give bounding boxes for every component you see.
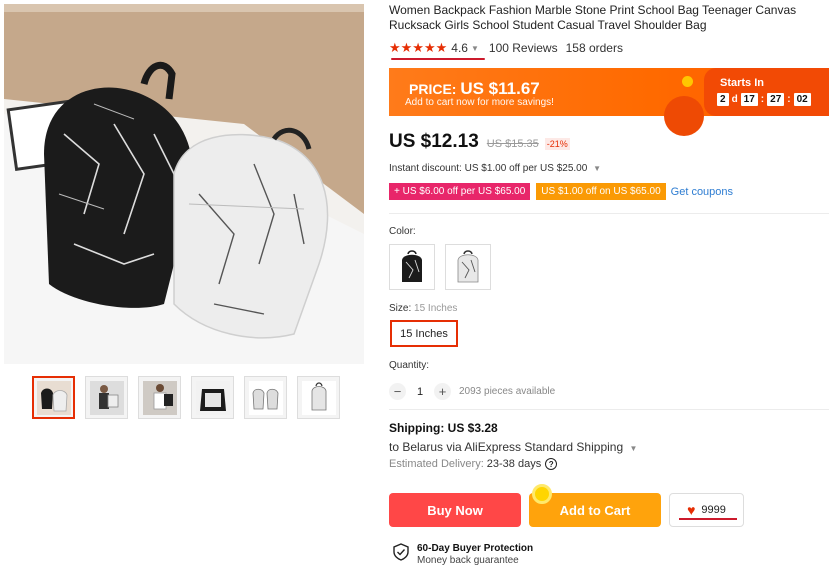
wishlist-count: 9999 — [701, 504, 726, 516]
quantity-decrease-button[interactable]: − — [389, 383, 406, 400]
color-label: Color: — [389, 226, 416, 237]
thumbnail-strip — [32, 376, 340, 419]
rating-value: 4.6 — [451, 41, 468, 55]
thumbnail-image — [36, 380, 71, 415]
rating-row[interactable]: ★★★★★ 4.6 ▼ 100 Reviews 158 orders — [389, 40, 623, 56]
orders-count: 158 orders — [565, 41, 623, 55]
thumbnail-open-bag[interactable] — [191, 376, 234, 419]
size-selected-hint: 15 Inches — [414, 303, 458, 314]
original-price: US $15.35 — [486, 138, 539, 150]
cursor-highlight — [532, 484, 552, 504]
buyer-protection-title: 60-Day Buyer Protection — [417, 543, 534, 554]
product-title: Women Backpack Fashion Marble Stone Prin… — [389, 3, 797, 32]
countdown-values: 2 d 17 : 27 : 02 — [717, 93, 811, 106]
thumbnail-image — [142, 380, 177, 415]
get-coupons-link[interactable]: Get coupons — [671, 186, 733, 198]
thumbnail-two-white-bags[interactable] — [244, 376, 287, 419]
countdown-separator: : — [787, 94, 791, 105]
chevron-down-icon: ▼ — [470, 43, 479, 53]
chevron-down-icon: ▼ — [629, 444, 638, 453]
color-swatches — [389, 244, 491, 290]
buyer-protection: 60-Day Buyer Protection Money back guara… — [393, 543, 533, 567]
size-label-text: Size: — [389, 303, 412, 314]
main-product-image[interactable] — [4, 4, 364, 364]
thumbnail-both-bags[interactable] — [32, 376, 75, 419]
size-option-15-inches[interactable]: 15 Inches — [390, 320, 458, 347]
coupon-orange[interactable]: US $1.00 off on US $65.00 — [536, 183, 666, 200]
thumbnail-image — [301, 380, 336, 415]
thumbnail-image — [89, 380, 124, 415]
countdown-timer: Starts In 2 d 17 : 27 : 02 — [704, 68, 829, 116]
quantity-stepper: − 1 + 2093 pieces available — [389, 383, 555, 400]
thumbnail-white-bag[interactable] — [297, 376, 340, 419]
countdown-hours: 17 — [740, 93, 758, 106]
thumbnail-image — [248, 380, 283, 415]
shield-check-icon — [393, 543, 409, 561]
shipping-destination-text: to Belarus via AliExpress Standard Shipp… — [389, 440, 624, 454]
countdown-label: Starts In — [720, 77, 765, 89]
divider — [389, 213, 829, 214]
promo-dot — [682, 76, 693, 87]
quantity-increase-button[interactable]: + — [434, 383, 451, 400]
promo-decoration — [664, 96, 704, 136]
rating-underline — [391, 58, 485, 60]
instant-discount[interactable]: Instant discount: US $1.00 off per US $2… — [389, 163, 601, 174]
thumbnail-model-side[interactable] — [138, 376, 181, 419]
wishlist-underline — [679, 518, 737, 520]
backpack-photo — [4, 4, 364, 364]
chevron-down-icon: ▼ — [593, 164, 601, 173]
pieces-available: 2093 pieces available — [459, 386, 556, 397]
coupon-pink[interactable]: + US $6.00 off per US $65.00 — [389, 183, 531, 200]
coupon-row: + US $6.00 off per US $65.00 US $1.00 of… — [389, 183, 733, 200]
quantity-value[interactable]: 1 — [406, 386, 434, 398]
discount-badge: -21% — [544, 138, 570, 150]
promo-price-label: PRICE: — [409, 81, 457, 97]
buyer-protection-text: 60-Day Buyer Protection Money back guara… — [417, 543, 533, 567]
rating-stars: ★★★★★ — [389, 40, 448, 55]
shipping-destination[interactable]: to Belarus via AliExpress Standard Shipp… — [389, 440, 637, 454]
heart-icon: ♥ — [687, 502, 696, 518]
color-option-black[interactable] — [389, 244, 435, 290]
estimated-delivery-label: Estimated Delivery: — [389, 458, 484, 470]
promo-banner: PRICE: US $11.67 Add to cart now for mor… — [389, 68, 829, 136]
promo-price: PRICE: US $11.67 — [409, 79, 540, 99]
thumbnail-image — [195, 380, 230, 415]
buyer-protection-subtitle: Money back guarantee — [417, 555, 519, 566]
current-price: US $12.13 — [389, 131, 479, 152]
estimated-delivery: Estimated Delivery: 23-38 days ? — [389, 458, 558, 470]
thumbnail-model-front[interactable] — [85, 376, 128, 419]
reviews-link[interactable]: 100 Reviews — [489, 41, 558, 55]
estimated-delivery-value: 23-38 days — [486, 458, 542, 470]
size-label: Size: 15 Inches — [389, 303, 457, 314]
countdown-seconds: 02 — [793, 93, 811, 106]
color-option-white[interactable] — [445, 244, 491, 290]
promo-price-value: US $11.67 — [460, 79, 540, 98]
buy-now-button[interactable]: Buy Now — [389, 493, 521, 527]
countdown-minutes: 27 — [767, 93, 785, 106]
countdown-days: 2 — [717, 93, 729, 106]
promo-subtext: Add to cart now for more savings! — [405, 97, 554, 108]
divider — [389, 409, 829, 410]
countdown-days-unit: d — [731, 94, 738, 105]
price-row: US $12.13 US $15.35 -21% — [389, 131, 570, 153]
instant-discount-text: Instant discount: US $1.00 off per US $2… — [389, 163, 588, 174]
black-backpack-image — [402, 250, 422, 282]
white-backpack-image — [457, 250, 479, 283]
quantity-label: Quantity: — [389, 360, 430, 371]
countdown-separator: : — [760, 94, 765, 105]
help-icon[interactable]: ? — [545, 458, 558, 470]
shipping-cost: Shipping: US $3.28 — [389, 421, 498, 435]
wishlist-button[interactable]: ♥ 9999 — [669, 493, 744, 527]
